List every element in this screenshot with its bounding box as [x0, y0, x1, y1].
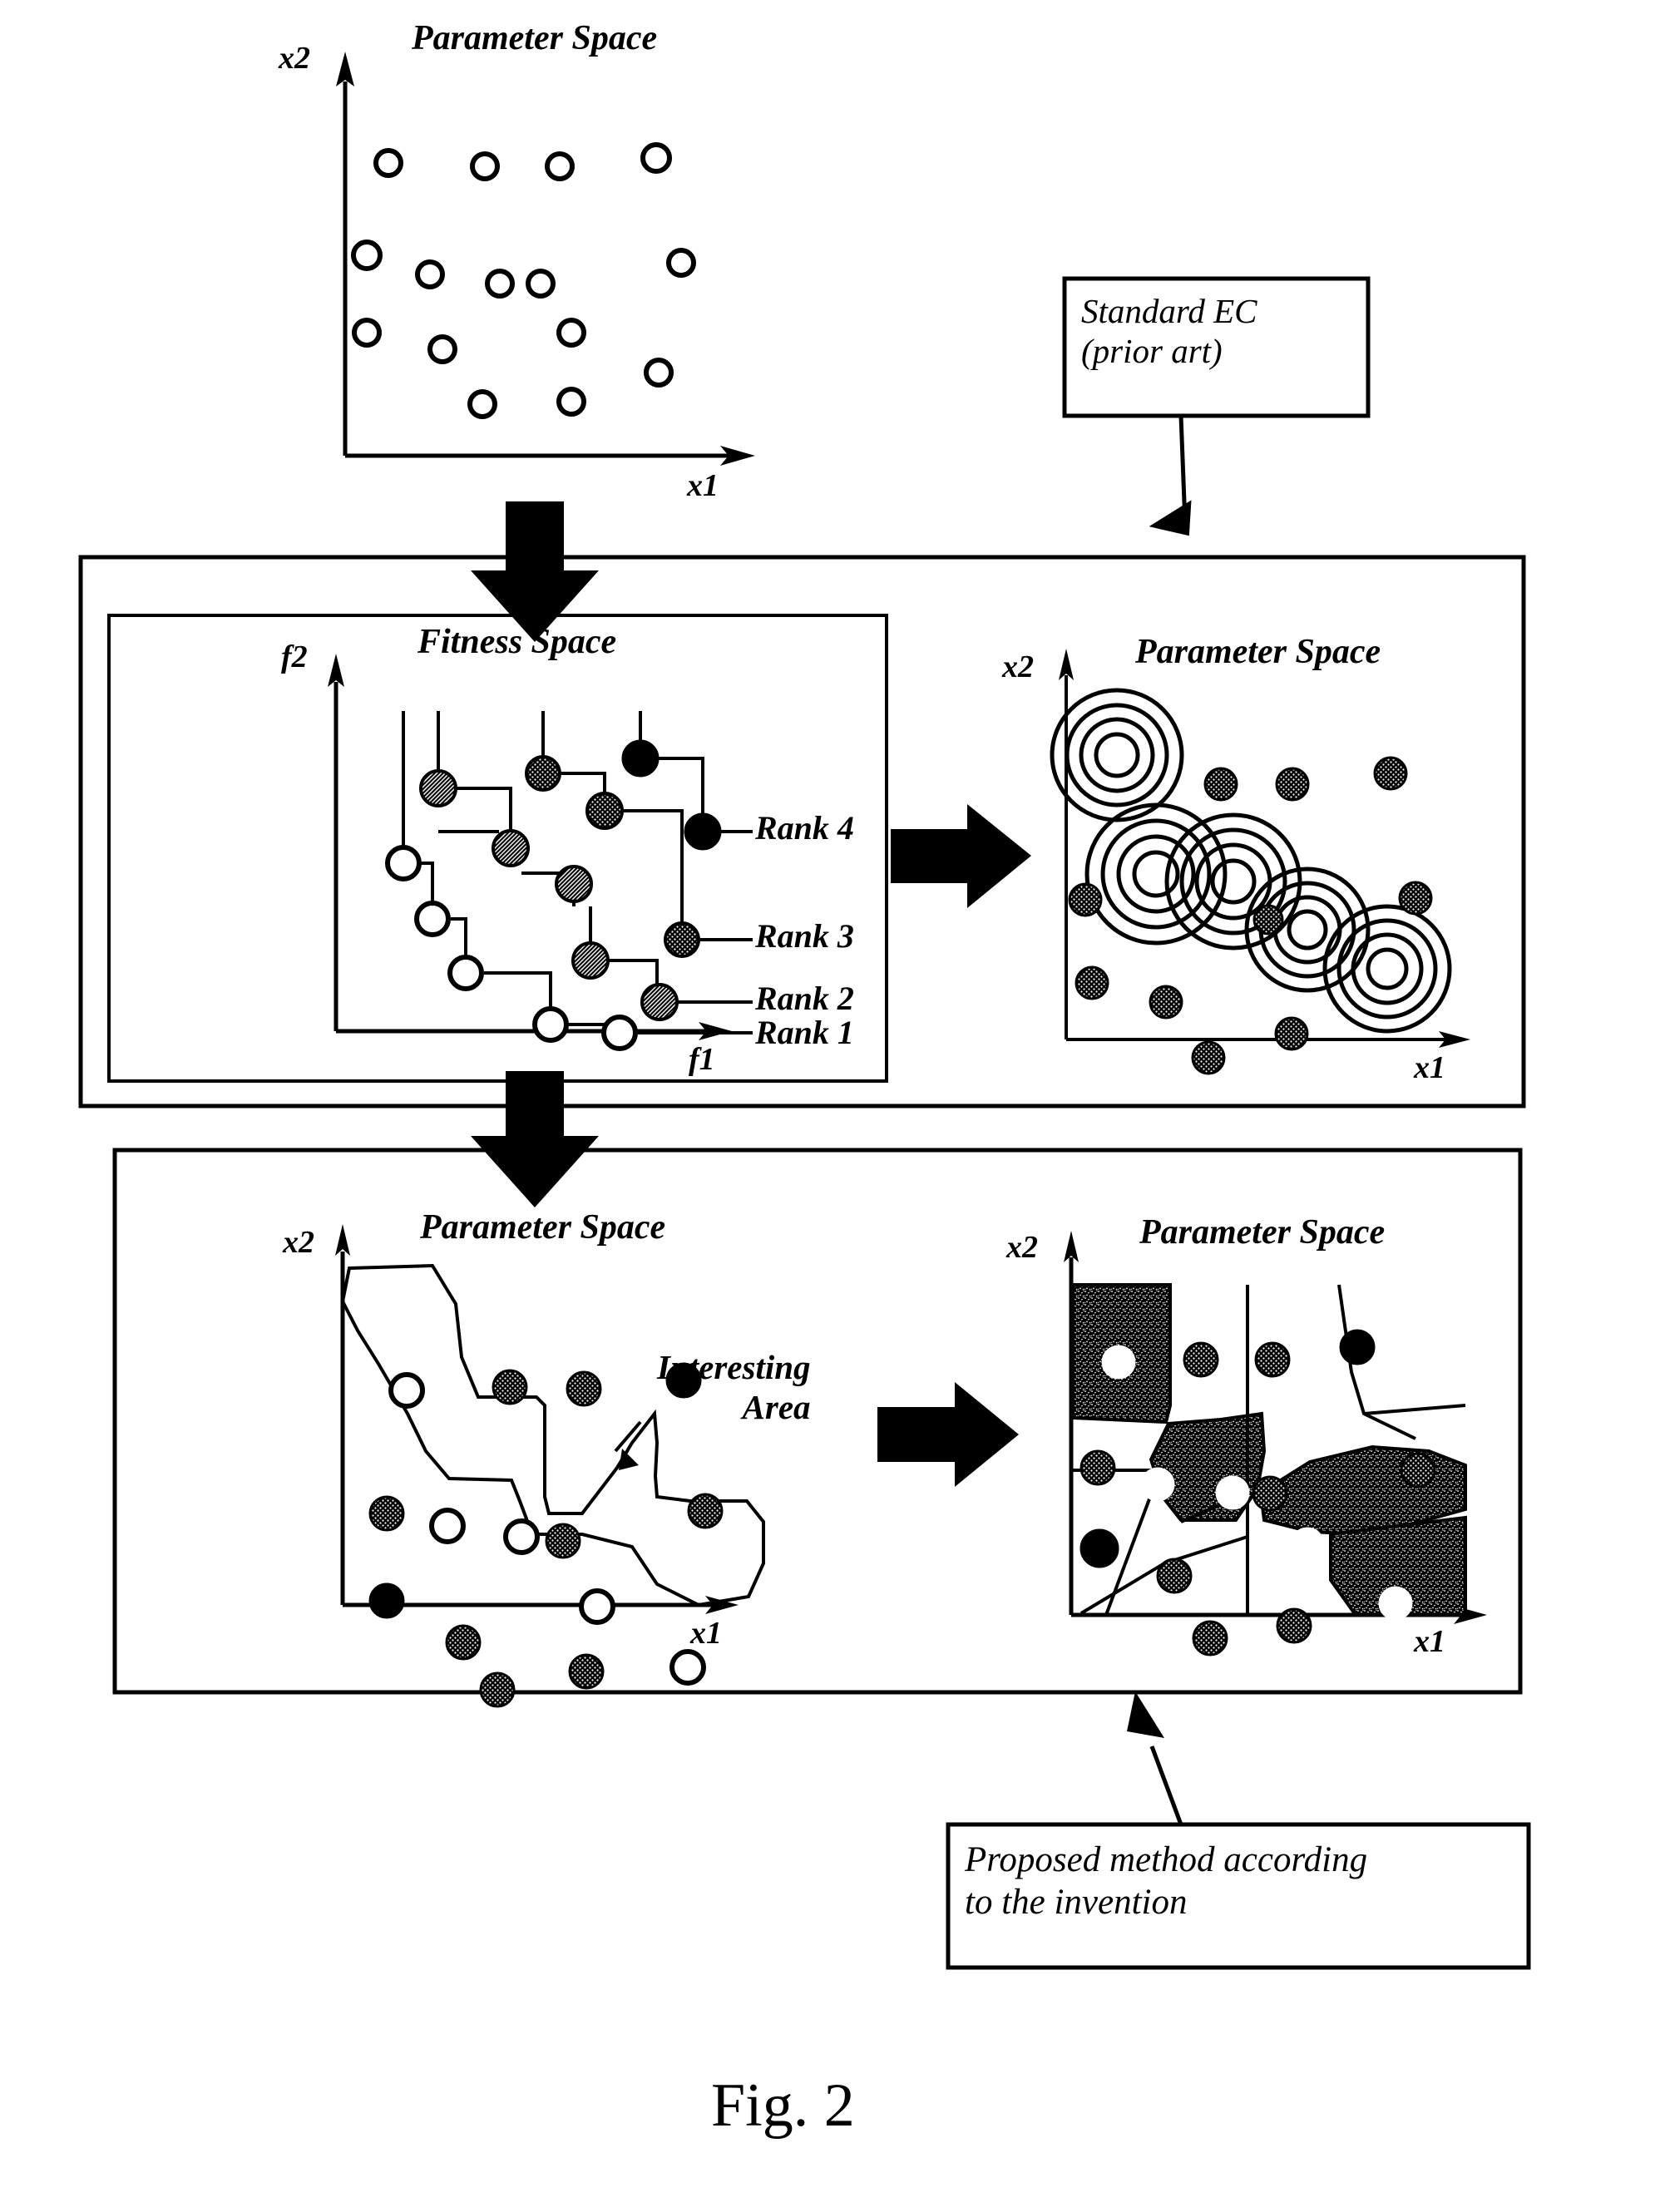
interesting-y-arrowhead [335, 1224, 350, 1256]
top-scatter-axes [343, 81, 732, 458]
voronoi-title: Parameter Space [1139, 1213, 1386, 1252]
flow-arrow-right-1 [891, 804, 1031, 908]
figure-vector-canvas [78, 52, 1531, 1970]
contour-x-axis-label: x1 [1414, 1050, 1445, 1085]
top-scatter-y-axis-label: x2 [279, 41, 310, 76]
fitness-x-axis-label: f1 [689, 1042, 715, 1077]
interesting-x-axis-label: x1 [690, 1616, 722, 1651]
interesting-area-arrowhead [619, 1449, 639, 1470]
figure-caption: Fig. 2 [711, 2071, 855, 2140]
interesting-area-annotation: Interesting Area [657, 1348, 811, 1427]
proposed-method-leader-line [1149, 1745, 1183, 1825]
contour-cluster-5 [1322, 904, 1452, 1034]
prior-art-arrowhead [1149, 500, 1192, 536]
voronoi-shaded-regions [1071, 1283, 1467, 1617]
proposed-method-arrowhead [1127, 1691, 1164, 1738]
fitness-y-axis-label: f2 [281, 639, 308, 674]
prior-art-callout-text: Standard EC (prior art) [1081, 292, 1257, 371]
flow-arrow-right-2 [877, 1382, 1019, 1487]
proposed-method-callout-text: Proposed method according to the inventi… [965, 1840, 1368, 1922]
figure-2-diagram: x2 Parameter Space x1 Standard EC (prior… [0, 0, 1660, 2212]
rank-4-label: Rank 4 [755, 809, 854, 847]
contour-cluster-1 [1050, 688, 1184, 822]
interesting-y-axis-label: x2 [283, 1225, 314, 1260]
interesting-title: Parameter Space [420, 1208, 666, 1247]
top-scatter-title: Parameter Space [412, 19, 658, 57]
fitness-markers-rank3 [525, 755, 700, 958]
contour-y-axis-label: x2 [1002, 649, 1034, 684]
rank-3-label: Rank 3 [755, 917, 854, 955]
fitness-title: Fitness Space [417, 623, 617, 661]
rank-1-label: Rank 1 [755, 1014, 854, 1051]
voronoi-y-axis-label: x2 [1006, 1230, 1038, 1265]
contour-title: Parameter Space [1135, 633, 1381, 671]
flow-arrow-down-2 [471, 1071, 599, 1207]
top-scatter-y-arrowhead [336, 52, 354, 86]
top-scatter-x-axis-label: x1 [687, 468, 719, 503]
flow-arrow-down-1 [471, 501, 599, 642]
voronoi-x-axis-label: x1 [1414, 1624, 1445, 1659]
top-scatter-points [351, 142, 696, 419]
